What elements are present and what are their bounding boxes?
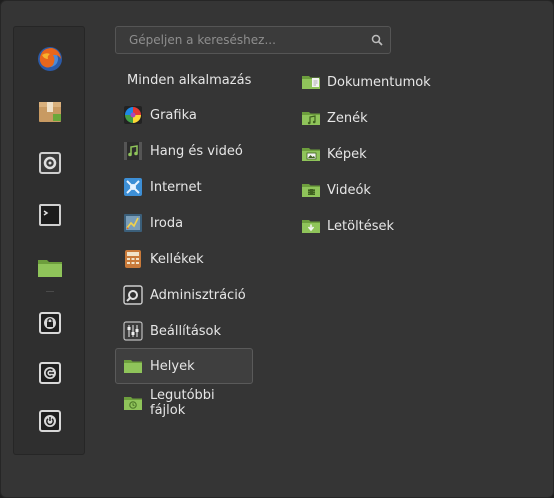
category-label: Internet xyxy=(150,179,202,195)
place-documents[interactable]: Dokumentumok xyxy=(297,64,431,100)
category-places[interactable]: Helyek xyxy=(115,348,253,384)
category-label: Beállítások xyxy=(150,323,222,339)
pictures-folder-icon xyxy=(302,148,320,161)
place-label: Letöltések xyxy=(327,218,395,234)
category-label: Hang és videó xyxy=(150,143,243,159)
category-accessories[interactable]: Kellékek xyxy=(115,241,253,277)
system-settings-icon[interactable] xyxy=(34,147,66,179)
files-folder-icon[interactable] xyxy=(34,251,66,283)
place-label: Zenék xyxy=(327,110,368,126)
internet-icon xyxy=(124,178,142,196)
videos-folder-icon xyxy=(302,184,320,197)
firefox-icon[interactable] xyxy=(34,43,66,75)
software-manager-icon[interactable] xyxy=(34,95,66,127)
office-icon xyxy=(124,214,142,232)
application-menu: Minden alkalmazás Grafika Hang és videó xyxy=(0,0,554,498)
shutdown-icon[interactable] xyxy=(34,405,66,437)
sidebar-separator xyxy=(46,291,54,292)
search-input[interactable] xyxy=(116,27,364,53)
graphics-icon xyxy=(124,106,142,124)
category-settings[interactable]: Beállítások xyxy=(115,313,253,349)
category-office[interactable]: Iroda xyxy=(115,205,253,241)
search-icon xyxy=(364,34,390,46)
recent-files-icon xyxy=(124,397,142,410)
lock-screen-icon[interactable] xyxy=(34,307,66,339)
category-administration[interactable]: Adminisztráció xyxy=(115,277,253,313)
category-label: Helyek xyxy=(150,358,195,374)
category-label: Adminisztráció xyxy=(150,287,246,303)
category-label: Grafika xyxy=(150,107,197,123)
category-label: Iroda xyxy=(150,215,184,231)
place-downloads[interactable]: Letöltések xyxy=(297,208,394,244)
multimedia-icon xyxy=(124,142,142,160)
documents-folder-icon xyxy=(302,76,320,89)
category-label: Minden alkalmazás xyxy=(127,72,252,88)
search-box[interactable] xyxy=(115,26,391,54)
place-label: Képek xyxy=(327,146,367,162)
category-label: Kellékek xyxy=(150,251,204,267)
category-recent-files[interactable]: Legutóbbi fájlok xyxy=(115,385,253,421)
category-multimedia[interactable]: Hang és videó xyxy=(115,133,253,169)
place-label: Videók xyxy=(327,182,371,198)
settings-icon xyxy=(123,321,143,341)
category-all-applications[interactable]: Minden alkalmazás xyxy=(115,62,253,98)
category-internet[interactable]: Internet xyxy=(115,169,253,205)
music-folder-icon xyxy=(302,112,320,125)
category-label: Legutóbbi fájlok xyxy=(150,388,215,418)
favorites-sidebar xyxy=(13,26,85,455)
place-pictures[interactable]: Képek xyxy=(297,136,367,172)
terminal-icon[interactable] xyxy=(34,199,66,231)
place-videos[interactable]: Videók xyxy=(297,172,371,208)
administration-icon xyxy=(123,285,143,305)
downloads-folder-icon xyxy=(302,220,320,233)
logout-icon[interactable] xyxy=(34,357,66,389)
place-music[interactable]: Zenék xyxy=(297,100,368,136)
places-folder-icon xyxy=(124,360,142,373)
category-graphics[interactable]: Grafika xyxy=(115,97,253,133)
accessories-icon xyxy=(125,250,141,268)
place-label: Dokumentumok xyxy=(327,74,431,90)
